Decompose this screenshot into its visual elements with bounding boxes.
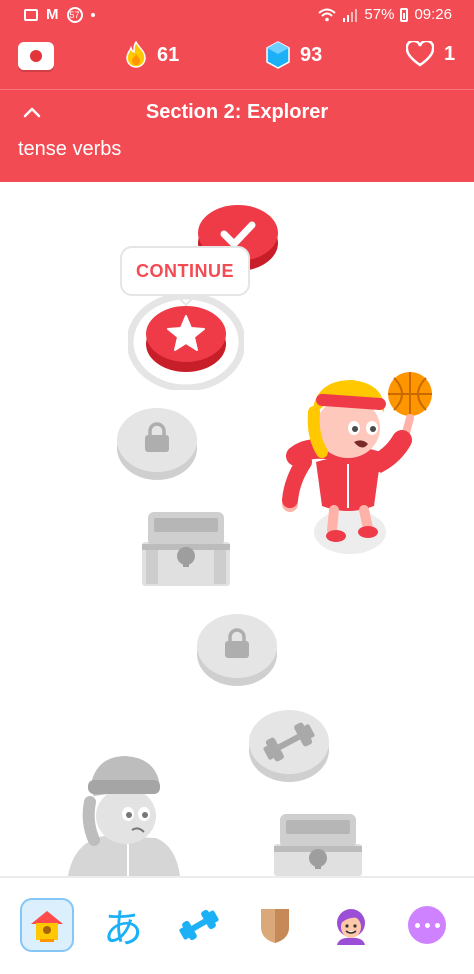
japan-flag-icon (30, 50, 42, 62)
battery-icon (400, 7, 409, 22)
treasure-chest-node[interactable] (272, 812, 364, 876)
tab-practice[interactable] (172, 898, 226, 952)
hearts-count: 1 (444, 42, 456, 65)
gmail-notification-icon: M (46, 6, 59, 23)
status-bar: M 57 57% 09:26 (0, 0, 474, 30)
wifi-icon (318, 8, 337, 21)
bottom-tab-bar: あ (0, 876, 474, 974)
locked-character-illustration (68, 756, 180, 876)
current-lesson-node[interactable] (128, 294, 244, 390)
more-notifications-icon (90, 12, 95, 17)
locked-lesson-node[interactable] (116, 404, 198, 482)
tab-characters[interactable]: あ (96, 898, 150, 952)
dumbbell-icon (179, 909, 219, 941)
streak-count: 61 (157, 43, 180, 66)
more-icon (408, 906, 446, 944)
streak-button[interactable]: 61 (125, 41, 179, 69)
tab-more[interactable] (400, 898, 454, 952)
treasure-chest-node[interactable] (140, 510, 232, 588)
gems-button[interactable]: 93 (266, 41, 322, 69)
character-illustration (282, 372, 432, 554)
header: M 57 57% 09:26 61 93 1 Section 2: Explor… (0, 0, 474, 182)
gem-icon (266, 41, 290, 69)
battery-percent: 57% (364, 6, 395, 23)
section-title: Section 2: Explorer (145, 101, 329, 123)
section-banner[interactable]: Section 2: Explorer (0, 89, 474, 135)
clock: 09:26 (414, 6, 452, 23)
shield-icon (261, 909, 289, 943)
gem-count: 93 (300, 43, 323, 66)
hearts-button[interactable]: 1 (406, 41, 455, 67)
tab-leagues[interactable] (248, 898, 302, 952)
signal-icon (343, 8, 358, 22)
course-flag-button[interactable] (18, 42, 54, 70)
unit-subtitle: tense verbs (18, 138, 122, 160)
locked-lesson-node[interactable] (196, 610, 278, 688)
heart-icon (406, 41, 434, 67)
image-notification-icon (24, 8, 38, 21)
tab-profile[interactable] (324, 898, 378, 952)
practice-node[interactable] (248, 706, 330, 784)
avatar-icon (337, 909, 365, 945)
continue-tooltip[interactable]: CONTINUE (120, 246, 250, 296)
fire-icon (126, 41, 146, 68)
home-icon (31, 911, 63, 942)
tab-learn[interactable] (20, 898, 74, 952)
stats-row: 61 93 1 (0, 35, 474, 81)
kana-icon: あ (103, 906, 143, 952)
notification-count-badge: 57 (66, 6, 83, 23)
continue-label: CONTINUE (136, 261, 234, 281)
